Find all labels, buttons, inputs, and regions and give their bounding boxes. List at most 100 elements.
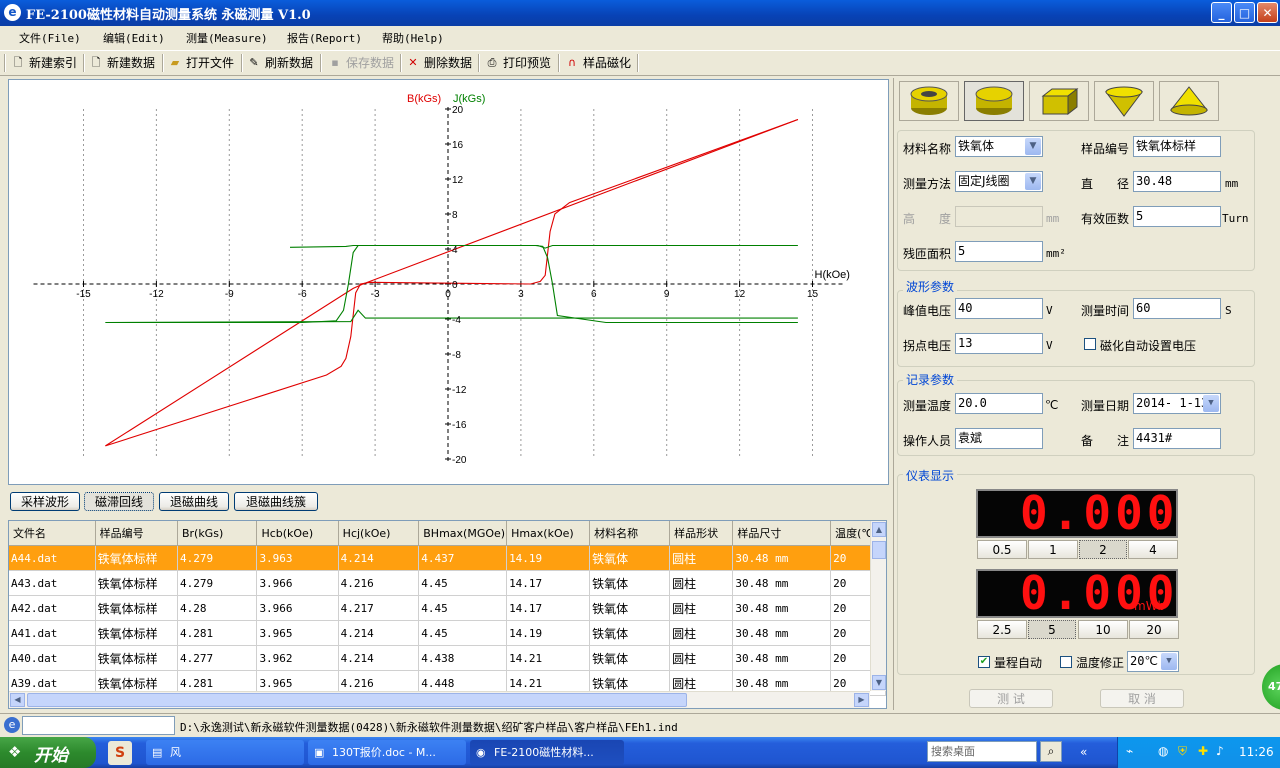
maximize-button[interactable]: □ (1234, 2, 1255, 23)
material-select[interactable]: 铁氧体 ▼ (955, 136, 1043, 157)
menu-file[interactable]: 文件(File) (19, 30, 81, 46)
range1-0.5-button[interactable]: 0.5 (977, 540, 1027, 559)
close-button[interactable]: ✕ (1257, 2, 1278, 23)
table-row[interactable]: A44.dat 铁氧体标样 4.279 3.963 4.214 4.437 14.19 铁氧体… (9, 545, 886, 571)
column-header[interactable]: Hmax(kOe) (506, 521, 591, 546)
new-index-button[interactable]: 🗋 新建索引 (11, 54, 77, 72)
auto-voltage-checkbox[interactable] (1084, 338, 1096, 350)
method-select[interactable]: 固定J线圈 ▼ (955, 171, 1043, 192)
column-header[interactable]: 文件名 (9, 521, 96, 546)
temperature-field[interactable]: 20.0 (955, 393, 1043, 414)
autorange-checkbox[interactable]: ✔ (978, 656, 990, 668)
table-cell: 圆柱 (669, 595, 734, 621)
sample-no-field[interactable]: 铁氧体标样 (1133, 136, 1221, 157)
refresh-data-button[interactable]: ✎ 刷新数据 (247, 54, 313, 72)
shape-ring-button[interactable] (899, 81, 959, 121)
scroll-left-icon[interactable]: ◀ (10, 693, 25, 707)
tab-sampling-waveform[interactable]: 采样波形 (10, 492, 80, 511)
scroll-up-icon[interactable]: ▲ (872, 522, 886, 537)
tab-demagnetization-curve[interactable]: 退磁曲线 (159, 492, 229, 511)
measure-time-field[interactable]: 60 (1133, 298, 1221, 319)
shape-cone-up-button[interactable] (1159, 81, 1219, 121)
tab-hysteresis-loop[interactable]: 磁滞回线 (84, 492, 154, 511)
save-data-button[interactable]: ▪ 保存数据 (328, 54, 394, 72)
vertical-scrollbar[interactable]: ▲ ▼ (870, 521, 886, 691)
chevron-down-icon[interactable]: ▼ (1025, 138, 1041, 155)
shield-icon[interactable]: ⛨ (1178, 744, 1187, 759)
audio-icon[interactable]: ◍ (1158, 744, 1168, 758)
search-icon[interactable]: ⌕ (1040, 741, 1062, 762)
scroll-down-icon[interactable]: ▼ (872, 675, 886, 690)
diameter-field[interactable]: 30.48 (1133, 171, 1221, 192)
scroll-right-icon[interactable]: ▶ (854, 693, 869, 707)
range2-20-button[interactable]: 20 (1129, 620, 1179, 639)
column-header[interactable]: Hcj(kOe) (338, 521, 420, 546)
area-field[interactable]: 5 (955, 241, 1043, 262)
volume-icon[interactable]: ♪ (1216, 744, 1224, 758)
peak-voltage-field[interactable]: 40 (955, 298, 1043, 319)
task-feng[interactable]: ▤ 风 (146, 740, 304, 765)
chevron-down-icon[interactable]: ▼ (1025, 173, 1041, 190)
column-header[interactable]: 样品编号 (95, 521, 178, 546)
temp-correct-checkbox[interactable] (1060, 656, 1072, 668)
shape-cone-down-button[interactable] (1094, 81, 1154, 121)
column-header[interactable]: 材料名称 (589, 521, 671, 546)
range2-5-button[interactable]: 5 (1028, 620, 1076, 639)
status-input[interactable] (22, 716, 175, 735)
task-word-doc[interactable]: ▣ 130T报价.doc - M... (308, 740, 466, 765)
menu-edit[interactable]: 编辑(Edit) (103, 30, 165, 46)
minimize-button[interactable]: _ (1211, 2, 1232, 23)
table-row[interactable]: A43.dat 铁氧体标样 4.279 3.966 4.216 4.45 14.17 铁氧体圆… (9, 570, 886, 596)
quicklaunch-icon[interactable]: S (108, 741, 132, 765)
menu-report[interactable]: 报告(Report) (287, 30, 362, 46)
menu-help[interactable]: 帮助(Help) (382, 30, 444, 46)
hscroll-thumb[interactable] (27, 693, 687, 707)
table-row[interactable]: A40.dat 铁氧体标样 4.277 3.962 4.214 4.438 14.21 铁氧体… (9, 645, 886, 671)
column-header[interactable]: 样品尺寸 (732, 521, 832, 546)
test-button[interactable]: 测 试 (969, 689, 1053, 708)
height-field[interactable] (955, 206, 1043, 227)
desktop-search-input[interactable]: 搜索桌面 (927, 741, 1037, 762)
column-header[interactable]: 样品形状 (669, 521, 734, 546)
turns-field[interactable]: 5 (1133, 206, 1221, 227)
y-axis-label-j: J(kGs) (453, 93, 485, 105)
chevron-down-icon[interactable]: ▼ (1161, 653, 1177, 670)
shape-cuboid-button[interactable] (1029, 81, 1089, 121)
knee-voltage-field[interactable]: 13 (955, 333, 1043, 354)
open-file-button[interactable]: ▰ 打开文件 (168, 54, 234, 72)
table-cell: 14.19 (506, 620, 591, 646)
operator-field[interactable]: 袁斌 (955, 428, 1043, 449)
delete-data-button[interactable]: ✕ 删除数据 (406, 54, 472, 72)
plus-icon[interactable]: ✚ (1198, 744, 1208, 758)
scroll-thumb[interactable] (872, 541, 886, 559)
column-header[interactable]: BHmax(MGOe) (418, 521, 508, 546)
measure-date-picker[interactable]: 2014- 1-13 ▼ (1133, 393, 1221, 414)
tab-demagnetization-curve-family[interactable]: 退磁曲线簇 (234, 492, 318, 511)
column-header[interactable]: Br(kGs) (177, 521, 258, 546)
magnetize-button[interactable]: ∩ 样品磁化 (565, 54, 631, 72)
table-row[interactable]: A42.dat 铁氧体标样 4.28 3.966 4.217 4.45 14.17 铁氧体 圆柱… (9, 595, 886, 621)
range2-2.5-button[interactable]: 2.5 (977, 620, 1027, 639)
column-header[interactable]: Hcb(kOe) (256, 521, 339, 546)
note-label: 备 注 (1081, 434, 1130, 448)
table-cell: 30.48 mm (732, 545, 832, 571)
range1-1-button[interactable]: 1 (1028, 540, 1078, 559)
chevron-left-icon[interactable]: « (1080, 745, 1087, 759)
new-data-button[interactable]: 🗋 新建数据 (89, 54, 155, 72)
shape-cylinder-button[interactable] (964, 81, 1024, 121)
horizontal-scrollbar[interactable]: ◀ ▶ (9, 691, 870, 708)
network-icon[interactable]: ⌁ (1126, 744, 1133, 758)
print-preview-button[interactable]: ⎙ 打印预览 (485, 54, 551, 72)
menu-measure[interactable]: 测量(Measure) (186, 30, 268, 46)
cancel-button[interactable]: 取 消 (1100, 689, 1184, 708)
note-field[interactable]: 4431# (1133, 428, 1221, 449)
table-row[interactable]: A41.dat 铁氧体标样 4.281 3.965 4.214 4.45 14.19 铁氧体圆… (9, 620, 886, 646)
task-fe2100[interactable]: ◉ FE-2100磁性材料... (470, 740, 624, 765)
temp-correct-select[interactable]: 20℃ ▼ (1127, 651, 1179, 672)
range1-4-button[interactable]: 4 (1128, 540, 1178, 559)
start-button[interactable]: ❖ 开始 (0, 737, 96, 768)
x-tick-label: -9 (225, 289, 234, 300)
range1-2-button[interactable]: 2 (1079, 540, 1127, 559)
range2-10-button[interactable]: 10 (1078, 620, 1128, 639)
chevron-down-icon[interactable]: ▼ (1203, 395, 1219, 412)
